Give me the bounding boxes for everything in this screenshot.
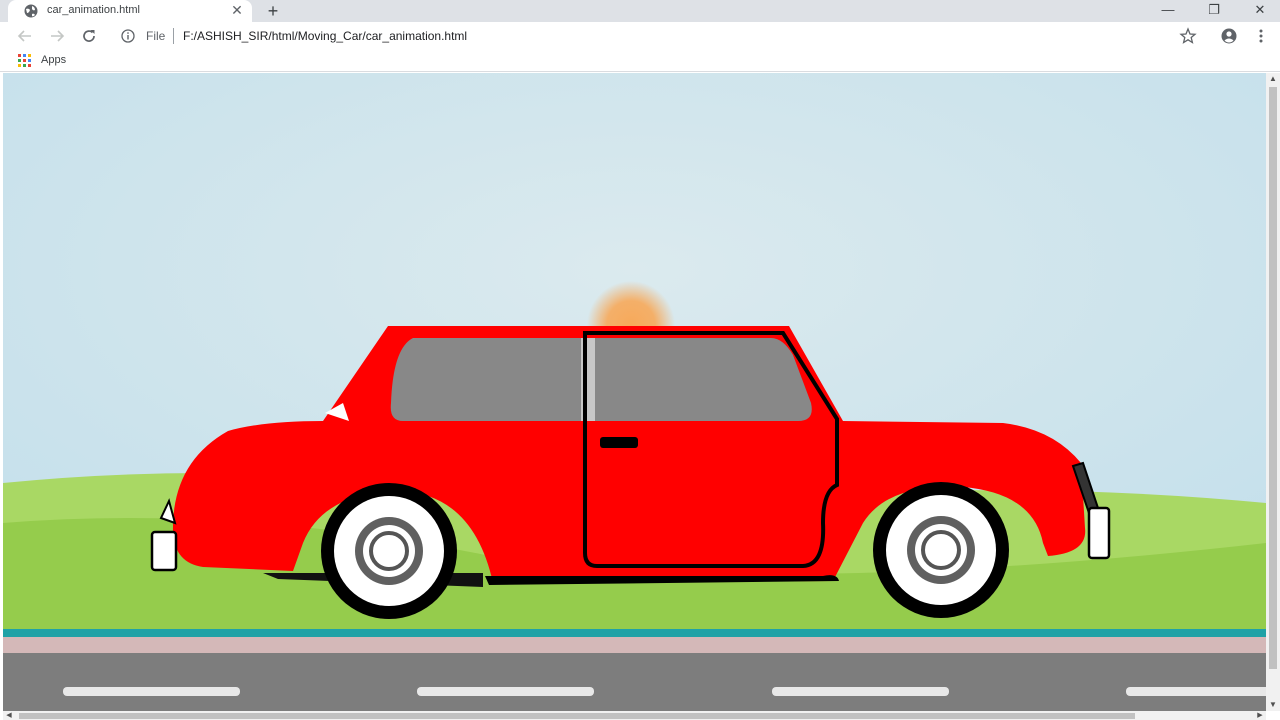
info-icon[interactable] bbox=[120, 28, 136, 44]
forward-arrow-icon[interactable] bbox=[46, 25, 68, 47]
url-scheme-label: File bbox=[146, 29, 166, 43]
restore-button[interactable]: ❐ bbox=[1191, 0, 1237, 22]
tab-close-icon[interactable]: ✕ bbox=[228, 1, 246, 19]
road bbox=[3, 653, 1266, 711]
car-scene bbox=[3, 73, 1266, 711]
browser-tab[interactable]: car_animation.html ✕ bbox=[8, 0, 252, 22]
bookmark-star-icon[interactable] bbox=[1178, 26, 1198, 46]
apps-grid-icon[interactable] bbox=[17, 53, 32, 68]
road-stripe bbox=[1126, 687, 1266, 696]
front-light bbox=[1087, 506, 1111, 560]
url-text[interactable]: F:/ASHISH_SIR/html/Moving_Car/car_animat… bbox=[183, 29, 467, 43]
scroll-right-arrow-icon[interactable]: ▶ bbox=[1254, 711, 1266, 720]
car-front-window bbox=[595, 338, 812, 421]
rear-light bbox=[150, 530, 178, 572]
page-viewport bbox=[3, 73, 1266, 711]
tab-title: car_animation.html bbox=[47, 4, 140, 16]
vertical-scroll-thumb[interactable] bbox=[1269, 87, 1277, 669]
horizontal-scroll-thumb[interactable] bbox=[19, 713, 1135, 719]
road-stripe bbox=[772, 687, 949, 696]
road-stripe bbox=[63, 687, 240, 696]
address-divider bbox=[173, 28, 174, 44]
address-bar[interactable]: File F:/ASHISH_SIR/html/Moving_Car/car_a… bbox=[112, 23, 1212, 49]
bookmarks-bar: Apps bbox=[0, 50, 1280, 72]
scroll-left-arrow-icon[interactable]: ◀ bbox=[3, 711, 15, 720]
curb-teal bbox=[3, 629, 1266, 637]
scroll-up-arrow-icon[interactable]: ▲ bbox=[1266, 73, 1280, 85]
window-close-button[interactable]: ✕ bbox=[1237, 0, 1280, 22]
profile-avatar-icon[interactable] bbox=[1219, 26, 1239, 46]
back-arrow-icon[interactable] bbox=[14, 25, 36, 47]
car-front-wheel bbox=[873, 482, 1009, 618]
road-stripe bbox=[417, 687, 594, 696]
vertical-scrollbar[interactable]: ▲ ▼ bbox=[1266, 73, 1280, 711]
car-door-handle bbox=[600, 437, 638, 448]
browser-toolbar: File F:/ASHISH_SIR/html/Moving_Car/car_a… bbox=[0, 22, 1280, 50]
car-rear-window bbox=[390, 338, 581, 421]
minimize-button[interactable]: — bbox=[1145, 0, 1191, 22]
scroll-down-arrow-icon[interactable]: ▼ bbox=[1266, 699, 1280, 711]
new-tab-button[interactable]: + bbox=[262, 0, 284, 22]
reload-icon[interactable] bbox=[78, 25, 100, 47]
curb-pink bbox=[3, 637, 1266, 653]
more-menu-icon[interactable] bbox=[1252, 26, 1270, 46]
car-rear-wheel bbox=[321, 483, 457, 619]
tab-strip: car_animation.html ✕ + — ❐ ✕ bbox=[0, 0, 1280, 22]
horizontal-scrollbar[interactable]: ◀ ▶ bbox=[3, 711, 1266, 720]
apps-bookmark[interactable]: Apps bbox=[41, 54, 66, 66]
globe-icon bbox=[24, 4, 38, 18]
